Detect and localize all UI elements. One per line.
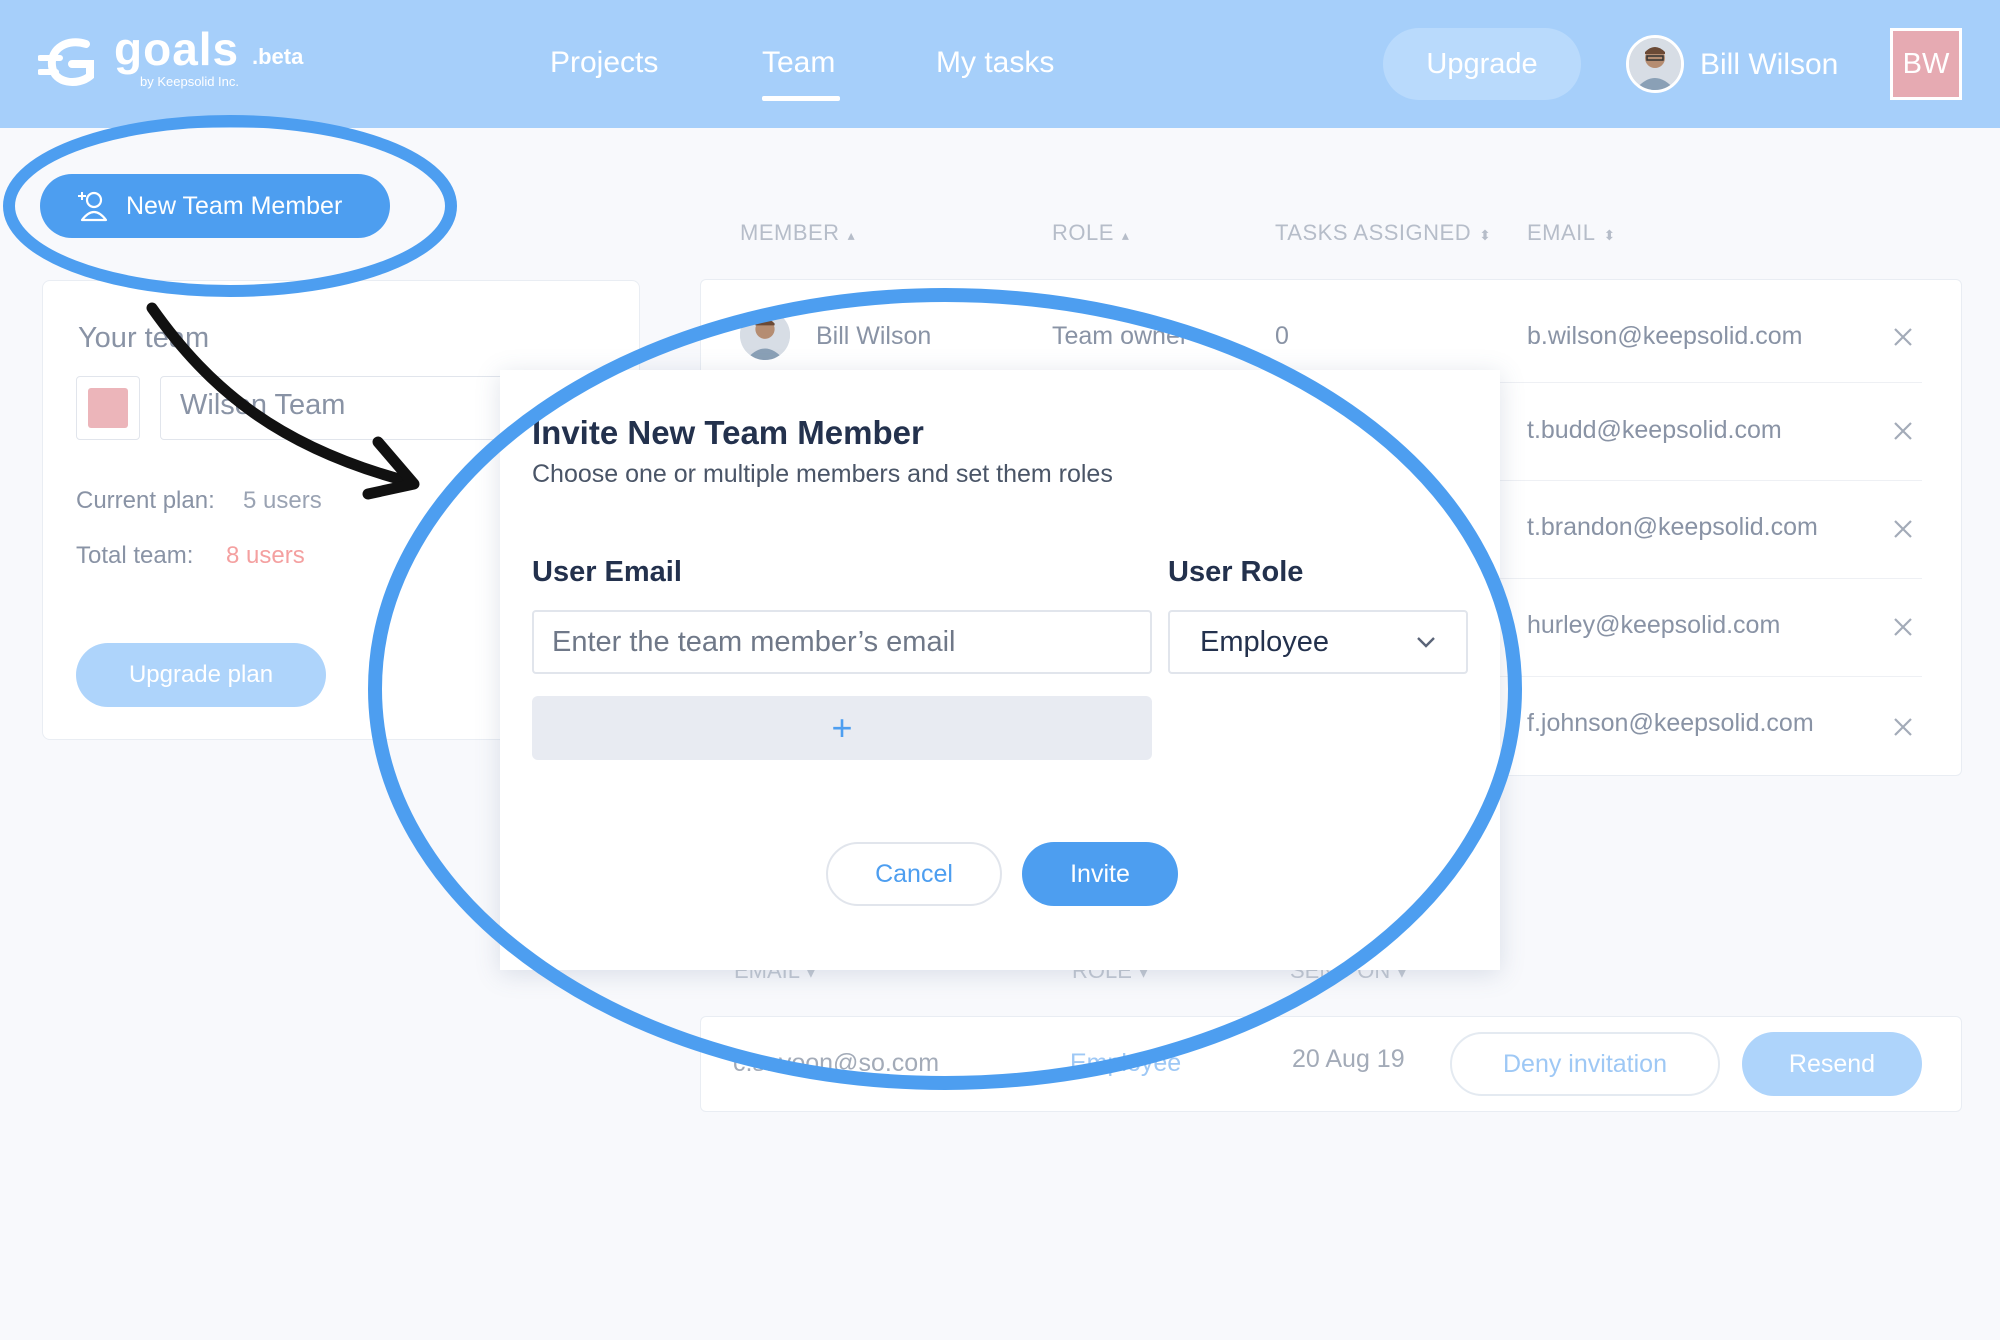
member-photo-icon xyxy=(740,310,790,360)
nav-active-indicator xyxy=(762,96,840,101)
member-email: hurley@keepsolid.com xyxy=(1527,611,1781,639)
upgrade-plan-button[interactable]: Upgrade plan xyxy=(76,643,326,707)
new-team-member-button[interactable]: New Team Member xyxy=(40,174,390,238)
logo-beta-badge: .beta xyxy=(252,44,304,69)
total-team-label: Total team: xyxy=(76,542,194,569)
remove-member-icon[interactable] xyxy=(1892,616,1914,638)
logo-subtitle: by Keepsolid Inc. xyxy=(140,74,240,89)
current-plan-value: 5 users xyxy=(243,487,322,514)
add-member-row-button[interactable]: + xyxy=(532,696,1152,760)
modal-title: Invite New Team Member xyxy=(532,414,924,451)
pending-role[interactable]: Employee xyxy=(1070,1049,1181,1078)
invite-button[interactable]: Invite xyxy=(1022,842,1178,906)
plus-icon: + xyxy=(831,707,853,748)
modal-subtitle: Choose one or multiple members and set t… xyxy=(532,460,1113,488)
remove-member-icon[interactable] xyxy=(1892,420,1914,442)
column-header-tasks-assigned[interactable]: TASKS ASSIGNED ⬍ xyxy=(1275,220,1491,246)
remove-member-icon[interactable] xyxy=(1892,518,1914,540)
user-role-label: User Role xyxy=(1168,556,1304,588)
sort-icon: ⬍ xyxy=(1479,227,1492,243)
current-plan-label: Current plan: xyxy=(76,487,215,514)
logo-text: goals xyxy=(114,23,240,75)
team-name-value: Wilson Team xyxy=(180,389,346,421)
sort-icon: ⬍ xyxy=(1603,227,1616,243)
remove-member-icon[interactable] xyxy=(1892,716,1914,738)
user-photo-icon xyxy=(1629,38,1681,90)
member-email: b.wilson@keepsolid.com xyxy=(1527,322,1803,350)
add-user-icon xyxy=(78,191,108,222)
member-name: Bill Wilson xyxy=(816,322,932,350)
user-email-input[interactable] xyxy=(532,610,1152,674)
user-role-value: Employee xyxy=(1200,625,1329,658)
goals-logo-icon xyxy=(38,38,94,86)
nav-team[interactable]: Team xyxy=(762,46,835,80)
upgrade-button[interactable]: Upgrade xyxy=(1383,28,1581,100)
user-role-select[interactable]: Employee xyxy=(1168,610,1468,674)
chevron-down-icon xyxy=(1417,637,1435,648)
pending-email: c.savoon@so.com xyxy=(733,1049,940,1077)
your-team-heading: Your team xyxy=(78,322,210,354)
column-header-member[interactable]: MEMBER ▴ xyxy=(740,220,855,246)
member-email: t.budd@keepsolid.com xyxy=(1527,416,1782,444)
pending-date: 20 Aug 19 xyxy=(1292,1045,1405,1073)
resend-button[interactable]: Resend xyxy=(1742,1032,1922,1096)
member-email: f.johnson@keepsolid.com xyxy=(1527,709,1814,737)
member-email: t.brandon@keepsolid.com xyxy=(1527,513,1818,541)
nav-projects[interactable]: Projects xyxy=(550,46,658,80)
remove-member-icon[interactable] xyxy=(1892,326,1914,348)
user-name[interactable]: Bill Wilson xyxy=(1700,48,1838,82)
team-color-swatch xyxy=(88,388,128,428)
column-header-email[interactable]: EMAIL ⬍ xyxy=(1527,220,1616,246)
member-avatar xyxy=(740,310,790,360)
user-initials-badge[interactable]: BW xyxy=(1890,28,1962,100)
member-role: Team owner xyxy=(1052,322,1189,350)
new-team-member-label: New Team Member xyxy=(126,191,343,220)
member-tasks: 0 xyxy=(1275,322,1289,350)
nav-my-tasks[interactable]: My tasks xyxy=(936,46,1054,80)
total-team-value: 8 users xyxy=(226,542,305,569)
deny-invitation-button[interactable]: Deny invitation xyxy=(1450,1032,1720,1096)
user-avatar[interactable] xyxy=(1626,35,1684,93)
cancel-button[interactable]: Cancel xyxy=(826,842,1002,906)
column-header-role[interactable]: ROLE ▴ xyxy=(1052,220,1129,246)
user-email-label: User Email xyxy=(532,556,682,588)
